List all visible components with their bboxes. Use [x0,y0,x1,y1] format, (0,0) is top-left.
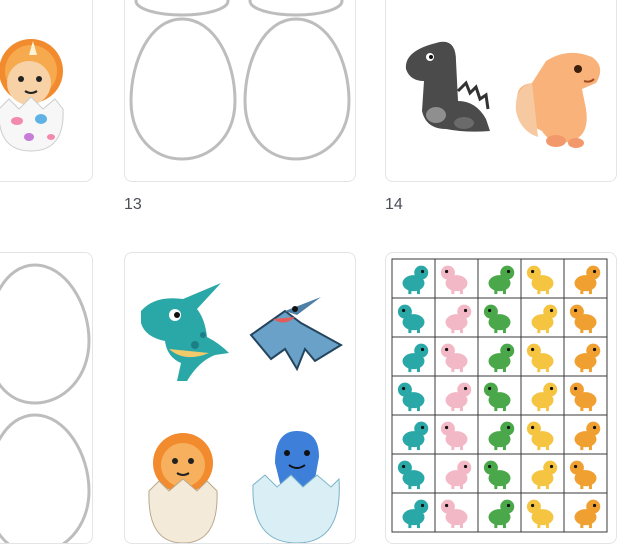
page-thumbnail-13[interactable] [124,0,356,182]
page-thumbnail-14[interactable] [385,0,617,182]
hatching-blue-dinosaur-icon [252,431,340,543]
dinosaur-stickers-icon [141,283,343,543]
grey-dinosaur-icon [405,41,490,132]
page-thumbnail-12[interactable] [0,0,93,182]
hatching-triceratops-icon [148,433,218,543]
hatching-triceratops-icon [0,39,64,152]
egg-outlines-icon [0,263,91,543]
dinosaur-stickers-icon [405,41,601,148]
pterodactyl-icon [249,297,343,372]
page-thumbnail-16[interactable] [124,252,356,544]
page-number-13: 13 [124,196,142,213]
teal-dinosaur-icon [141,283,229,381]
page-number-14: 14 [385,196,403,213]
orange-dinosaur-icon [515,52,601,148]
page-thumbnail-15[interactable] [0,252,93,544]
dinosaur-grid-icon [391,258,608,533]
page-thumbnail-17[interactable] [385,252,617,544]
egg-outlines-icon [129,0,351,161]
